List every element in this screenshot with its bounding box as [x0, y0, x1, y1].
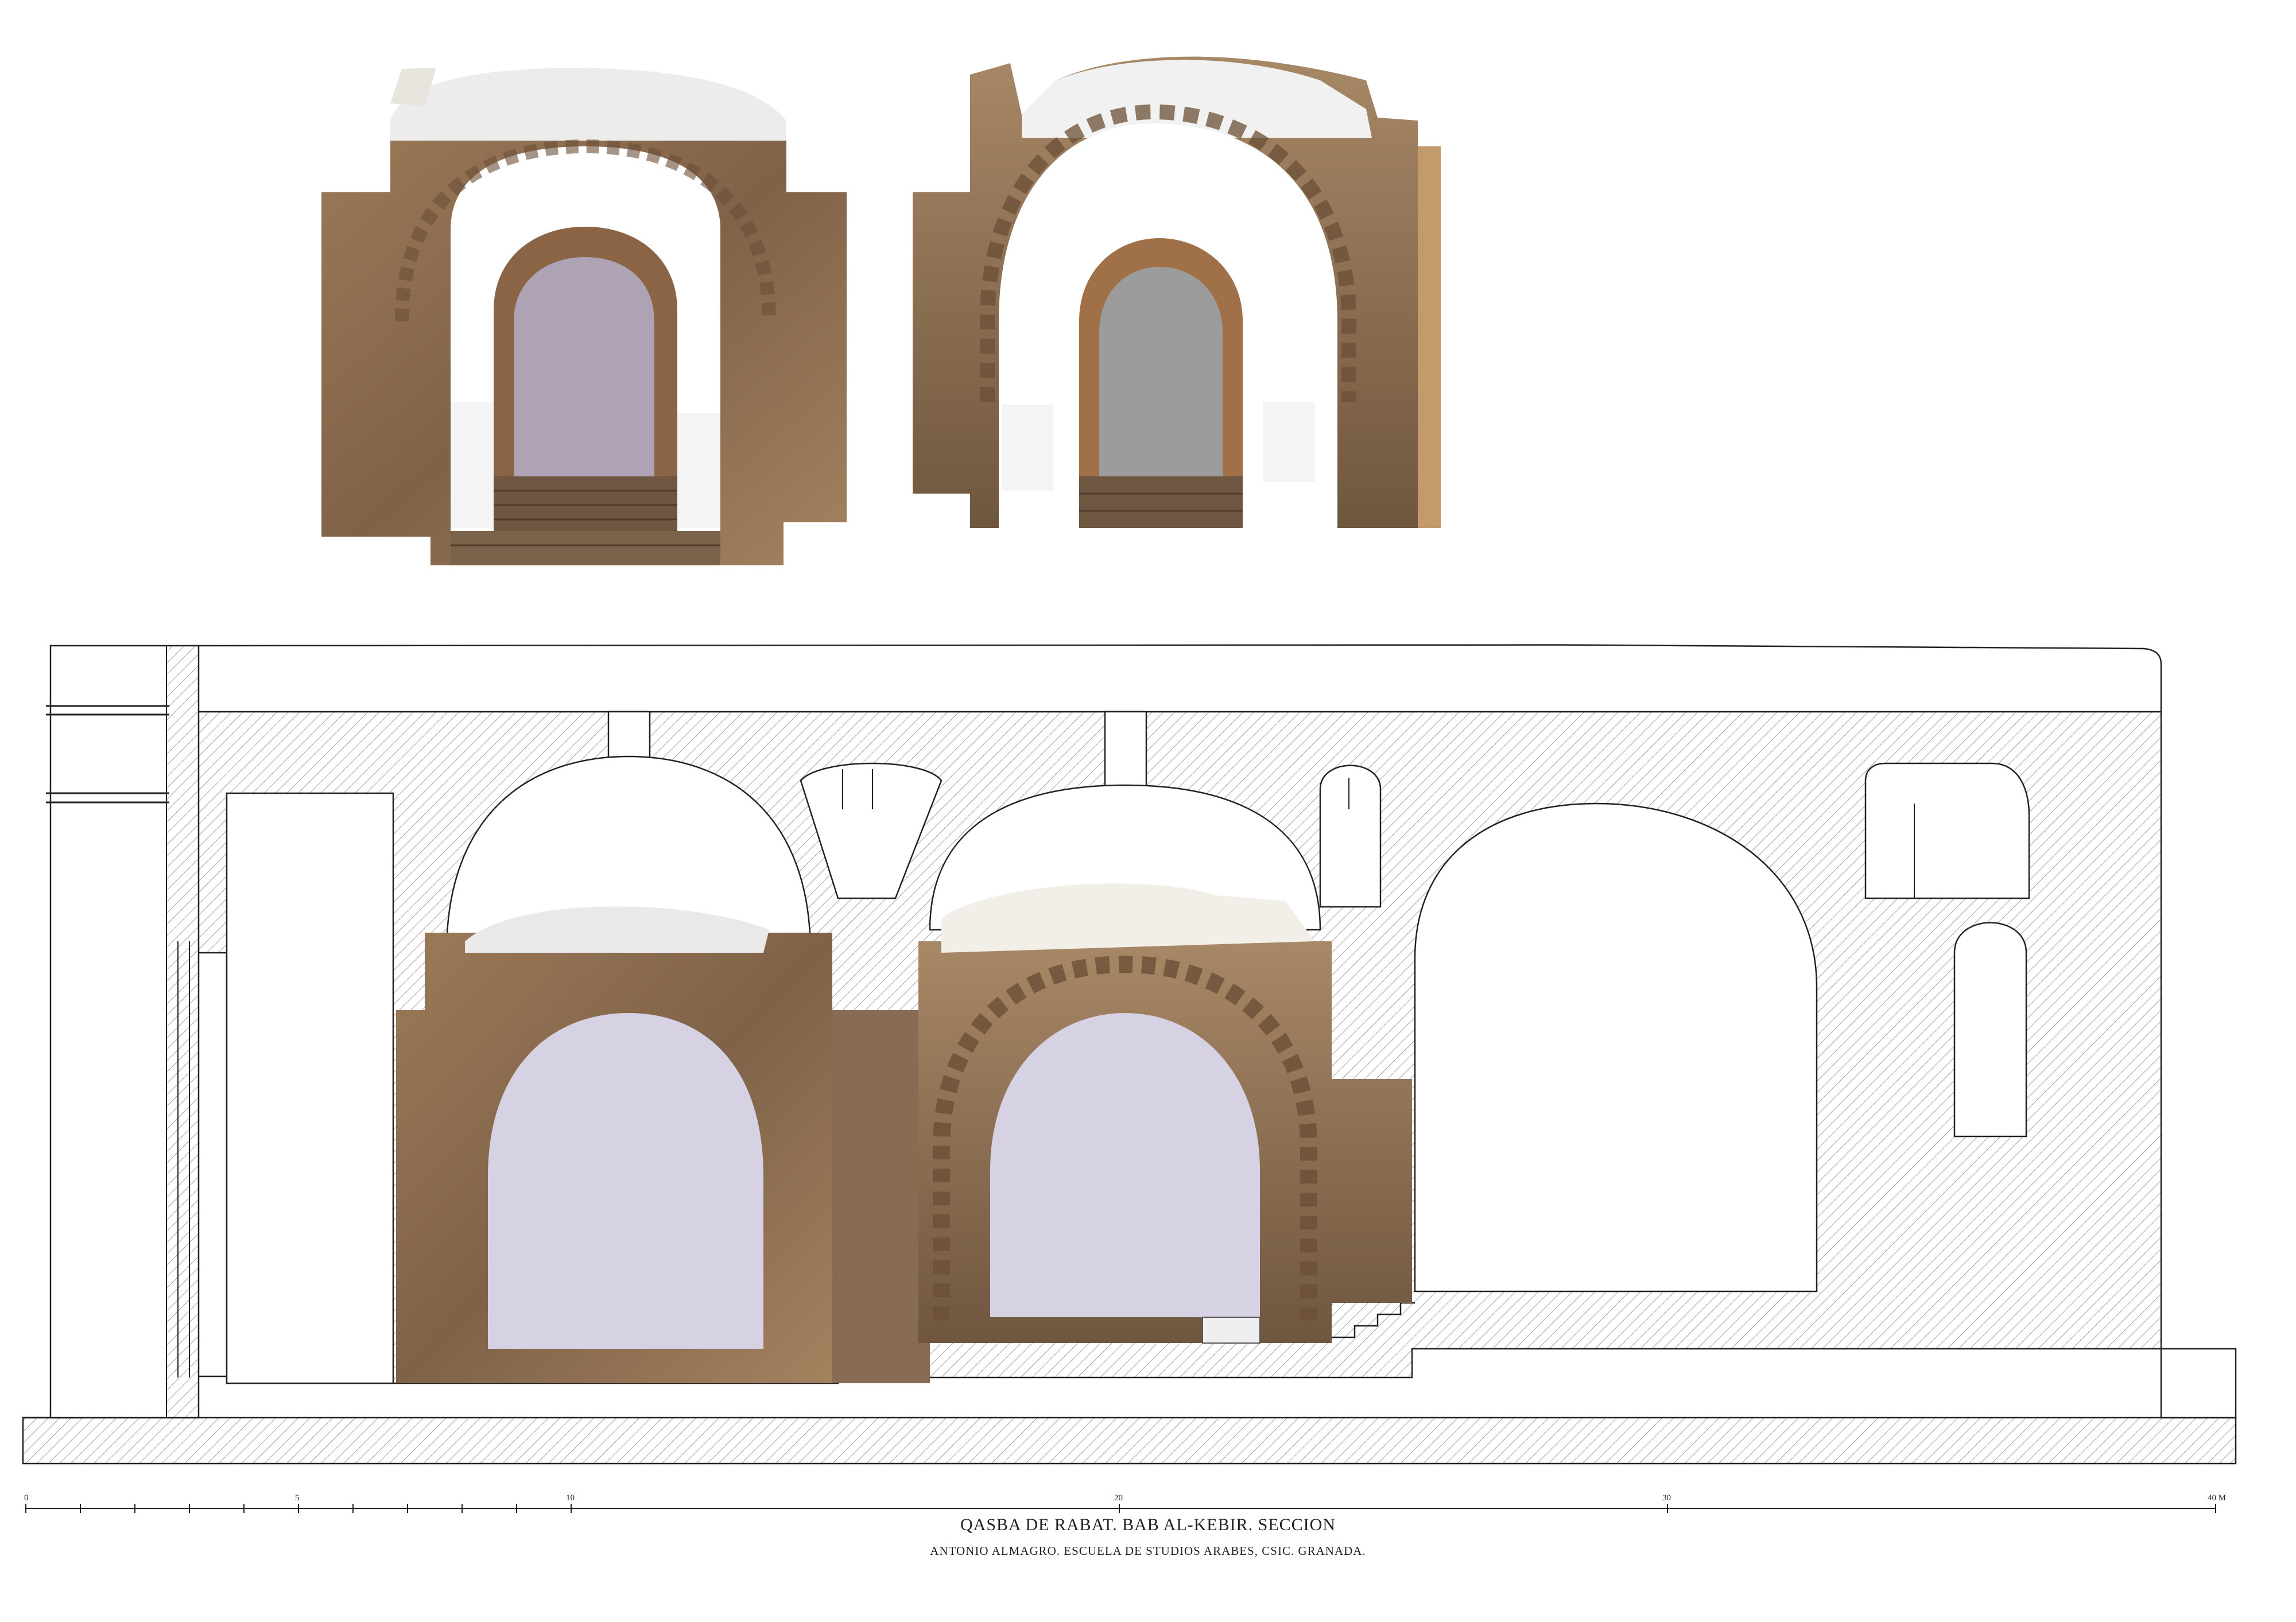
scale-bar: 0 5 10 20 30 40 M	[24, 1493, 2226, 1513]
large-arch-opening	[1414, 802, 1818, 1293]
scale-label-40m: 40 M	[2208, 1493, 2226, 1503]
scale-label-20: 20	[1114, 1493, 1123, 1503]
niche-3	[1864, 762, 2030, 899]
niche-2	[1319, 765, 1382, 908]
section-drawing-sheet: 0 5 10 20 30 40 M	[22, 56, 2237, 1513]
scale-label-30: 30	[1662, 1493, 1671, 1503]
elevation-photo-2	[913, 56, 1441, 529]
drawing-credit: ANTONIO ALMAGRO. ESCUELA DE STUDIOS ARAB…	[930, 1544, 1366, 1558]
elevation-1-opening	[514, 257, 654, 476]
section-opening-1	[488, 1013, 763, 1349]
elevation-photo-1	[321, 68, 847, 565]
scale-label-10: 10	[566, 1493, 575, 1503]
elevation-2-opening	[1099, 267, 1223, 476]
wood-strip	[1418, 146, 1441, 528]
info-panels	[1202, 1317, 1261, 1344]
drawing-title: QASBA DE RABAT. BAB AL-KEBIR. SECCION	[960, 1515, 1336, 1534]
niche-4	[1953, 922, 2027, 1138]
scale-label-0: 0	[24, 1493, 29, 1503]
scale-label-5: 5	[295, 1493, 300, 1503]
section-opening-2	[990, 1013, 1260, 1317]
